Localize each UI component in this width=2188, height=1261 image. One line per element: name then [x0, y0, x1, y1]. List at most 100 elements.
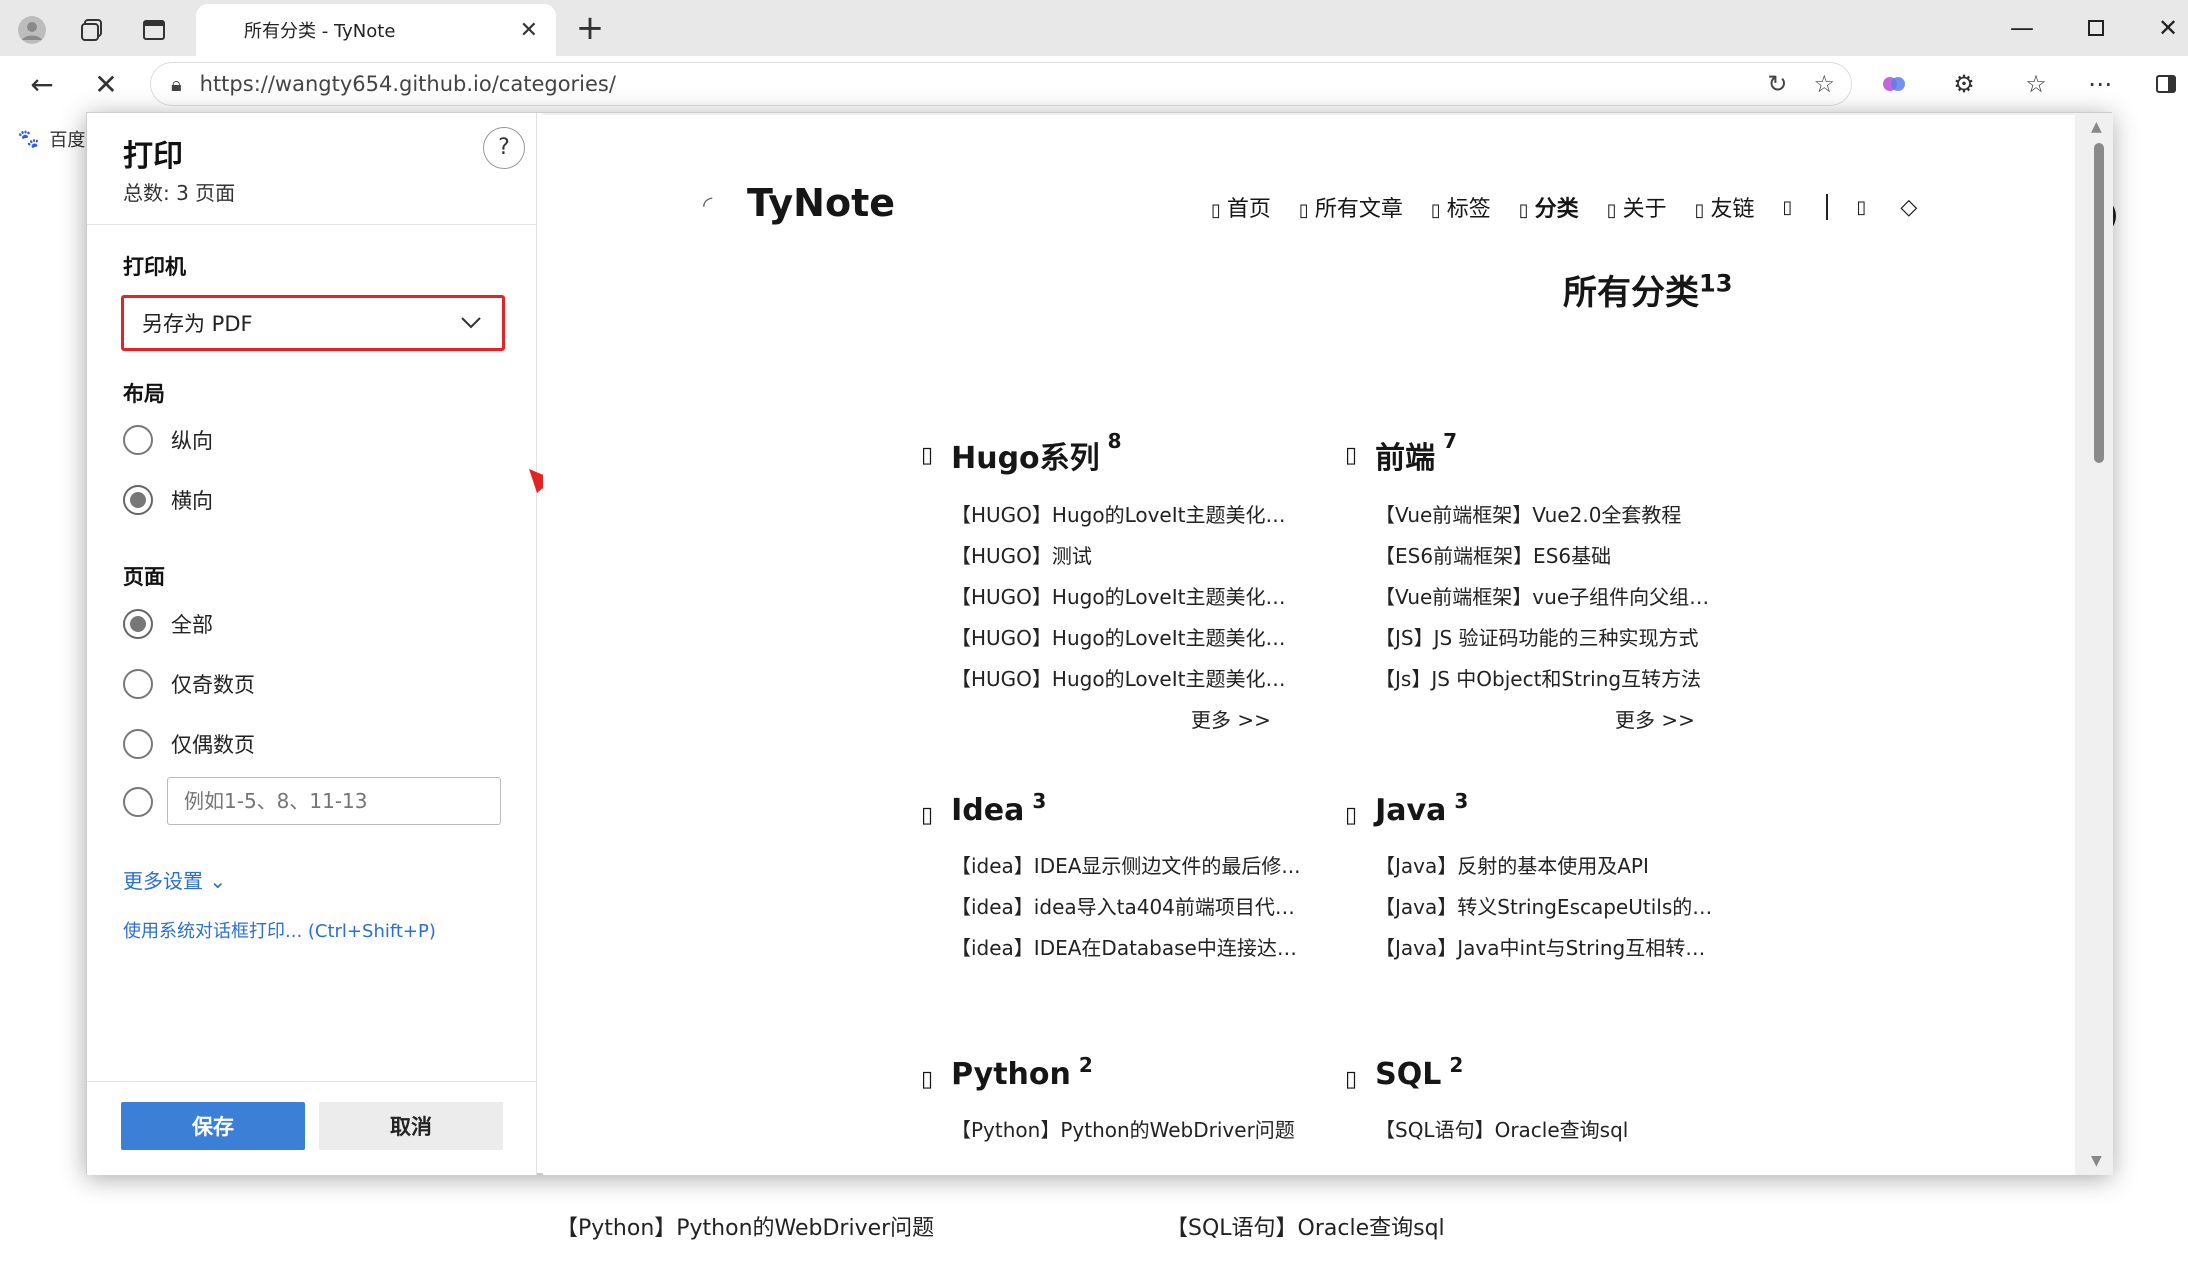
- all-pages-label: 全部: [171, 613, 213, 637]
- folder-icon: ▯: [1345, 1067, 1358, 1092]
- category-hugo: ▯ Hugo系列 8 【HUGO】Hugo的LoveIt主题美化（... 【HUGO…: [921, 429, 1301, 740]
- refresh-ai-icon[interactable]: ↻: [1767, 70, 1787, 98]
- category-count: 3: [1454, 789, 1469, 813]
- category-count: 2: [1449, 1053, 1464, 1077]
- close-window-button[interactable]: ✕: [2148, 8, 2188, 48]
- page-title: 所有分类13: [1563, 269, 1733, 313]
- extensions-icon[interactable]: ⚙: [1946, 66, 1982, 102]
- chevron-down-small-icon: ⌄: [209, 869, 227, 893]
- menu-item-posts: ▯ 所有文章: [1298, 197, 1403, 222]
- radio-custom-pages[interactable]: [123, 787, 153, 817]
- omnibox[interactable]: 🔒︎ https://wangty654.github.io/categorie…: [150, 62, 1852, 106]
- landscape-label: 横向: [171, 489, 213, 513]
- radio-even-pages[interactable]: [123, 729, 153, 759]
- copilot-icon[interactable]: [1876, 66, 1912, 102]
- preview-page: ◜ TyNote ▯ 首页 ▯ 所有文章 ▯ 标签 ▯ 分类 ▯ 关于 ▯ 友链 ▯ ▯ ◇…: [543, 115, 2075, 1175]
- more-link: 更多 >>: [1615, 708, 1695, 732]
- scroll-up-arrow-icon[interactable]: ▲: [2091, 119, 2102, 135]
- pages-even-option[interactable]: 仅偶数页: [123, 729, 255, 759]
- preview-scrollbar[interactable]: ▲ ▼: [2083, 113, 2113, 1175]
- tab-close-icon[interactable]: ✕: [520, 18, 538, 43]
- scroll-thumb[interactable]: [2094, 143, 2104, 463]
- post-link: 【Java】Java中int与String互相转换方...: [1375, 936, 1725, 960]
- loading-spinner-icon: ◜: [703, 191, 713, 219]
- profile-icon[interactable]: [14, 12, 50, 48]
- menu-item-about: ▯ 关于: [1606, 197, 1667, 222]
- post-link: 【Java】转义StringEscapeUtils的使用: [1375, 895, 1725, 919]
- back-button[interactable]: ←: [22, 64, 62, 104]
- pages-custom-option[interactable]: [123, 787, 153, 817]
- menu-item-tags: ▯ 标签: [1430, 197, 1491, 222]
- pages-odd-option[interactable]: 仅奇数页: [123, 669, 255, 699]
- sidebar-toggle-icon[interactable]: [2148, 66, 2184, 102]
- post-link: 【ES6前端框架】ES6基础: [1375, 544, 1612, 568]
- printer-label: 打印机: [123, 255, 186, 279]
- tab-active[interactable]: 所有分类 - TyNote ✕: [196, 4, 556, 56]
- post-link: 【JS】JS 验证码功能的三种实现方式: [1375, 626, 1699, 650]
- print-title: 打印: [123, 139, 183, 174]
- radio-odd-pages[interactable]: [123, 669, 153, 699]
- layout-landscape-option[interactable]: 横向: [123, 485, 213, 515]
- search-icon: ▯: [1782, 196, 1793, 218]
- post-link: 【Vue前端框架】Vue2.0全套教程: [1375, 503, 1682, 527]
- help-icon[interactable]: ?: [483, 127, 525, 169]
- menu-tags-icon: ▯: [1430, 200, 1441, 221]
- menu-item-friends: ▯ 友链: [1694, 197, 1755, 222]
- radio-portrait[interactable]: [123, 425, 153, 455]
- category-name: Python: [951, 1057, 1071, 1092]
- category-idea: ▯ Idea 3 【idea】IDEA显示侧边文件的最后修... 【idea】ide…: [921, 789, 1301, 969]
- more-settings-link[interactable]: 更多设置 ⌄: [123, 865, 226, 894]
- page-range-input[interactable]: [167, 777, 501, 825]
- folder-icon: ▯: [1345, 443, 1358, 468]
- post-link: 【Python】Python的WebDriver问题: [951, 1118, 1295, 1142]
- menu-posts-icon: ▯: [1298, 200, 1309, 221]
- new-tab-button[interactable]: +: [572, 10, 608, 46]
- workspaces-icon[interactable]: [74, 12, 110, 48]
- vertical-tabs-icon[interactable]: [136, 12, 172, 48]
- cancel-button[interactable]: 取消: [319, 1102, 503, 1150]
- bg-post-left[interactable]: 【Python】Python的WebDriver问题: [556, 1210, 934, 1242]
- category-count: 2: [1078, 1053, 1093, 1077]
- post-link: 【HUGO】Hugo的LoveIt主题美化（...: [951, 667, 1301, 691]
- favorite-baidu[interactable]: 🐾︎ 百度: [16, 126, 85, 152]
- favorite-star-icon[interactable]: ☆: [1813, 70, 1835, 98]
- tab-bar: 所有分类 - TyNote ✕ + — ✕: [0, 0, 2188, 56]
- site-title: TyNote: [747, 181, 896, 225]
- post-link: 【Vue前端框架】vue子组件向父组件...: [1375, 585, 1725, 609]
- folder-icon: ▯: [1345, 803, 1358, 828]
- radio-all-pages[interactable]: [123, 609, 153, 639]
- more-menu-icon[interactable]: ⋯: [2082, 66, 2118, 102]
- printer-value: 另存为 PDF: [142, 312, 253, 336]
- post-link: 【HUGO】Hugo的LoveIt主题美化（...: [951, 503, 1301, 527]
- language-icon: ▯: [1856, 196, 1867, 218]
- system-dialog-link[interactable]: 使用系统对话框打印... (Ctrl+Shift+P): [123, 917, 436, 943]
- category-name: SQL: [1375, 1057, 1442, 1092]
- radio-landscape[interactable]: [123, 485, 153, 515]
- menu-item-categories: ▯ 分类: [1518, 197, 1579, 222]
- category-count: 7: [1443, 429, 1458, 453]
- post-link: 【idea】IDEA显示侧边文件的最后修...: [951, 854, 1301, 878]
- menu-categories-icon: ▯: [1518, 200, 1529, 221]
- address-bar: ← ✕ 🔒︎ https://wangty654.github.io/categ…: [0, 56, 2188, 112]
- layout-portrait-option[interactable]: 纵向: [123, 425, 213, 455]
- print-dialog: 打印 总数: 3 页面 ? 打印机 另存为 PDF 布局 纵向 横向 页面 全部…: [86, 112, 2113, 1175]
- favorites-icon[interactable]: ☆: [2018, 66, 2054, 102]
- pages-all-option[interactable]: 全部: [123, 609, 213, 639]
- printer-select[interactable]: 另存为 PDF: [121, 295, 505, 351]
- scroll-down-arrow-icon[interactable]: ▼: [2091, 1153, 2102, 1169]
- url-text[interactable]: https://wangty654.github.io/categories/: [200, 72, 1742, 96]
- category-sql: ▯ SQL 2 【SQL语句】Oracle查询sql: [1345, 1053, 1725, 1151]
- save-button[interactable]: 保存: [121, 1102, 305, 1150]
- lock-icon[interactable]: 🔒︎: [171, 72, 182, 96]
- minimize-button[interactable]: —: [2002, 8, 2042, 48]
- menu-item-home: ▯ 首页: [1211, 197, 1271, 222]
- post-link: 【Js】JS 中Object和String互转方法: [1375, 667, 1702, 691]
- bg-post-right[interactable]: 【SQL语句】Oracle查询sql: [1166, 1210, 1445, 1242]
- more-settings-label: 更多设置: [123, 869, 203, 893]
- print-header: 打印 总数: 3 页面 ?: [87, 113, 537, 225]
- post-link: 【HUGO】测试: [951, 544, 1092, 568]
- more-link: 更多 >>: [1191, 708, 1271, 732]
- stop-loading-button[interactable]: ✕: [86, 64, 126, 104]
- maximize-button[interactable]: [2076, 8, 2116, 48]
- tab-title: 所有分类 - TyNote: [244, 21, 396, 42]
